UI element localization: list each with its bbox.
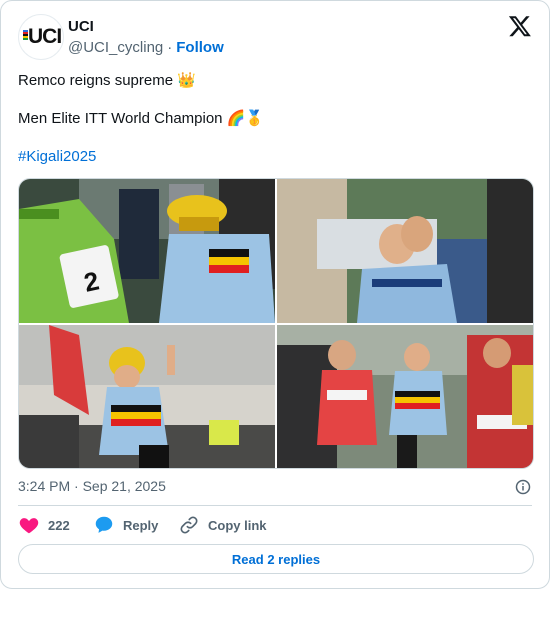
- heart-icon: [19, 518, 39, 534]
- copy-link-button[interactable]: Copy link: [178, 514, 267, 536]
- follow-button[interactable]: Follow: [176, 39, 224, 56]
- tweet-line: Men Elite ITT World Champion 🌈🥇: [18, 110, 265, 127]
- media-photo-4[interactable]: [277, 325, 533, 468]
- account-name[interactable]: UCI: [68, 18, 94, 35]
- copy-link-label: Copy link: [208, 517, 267, 533]
- photo-rider-crowd-icon: [277, 325, 533, 468]
- like-count: 222: [48, 517, 70, 533]
- media-photo-2[interactable]: [277, 179, 533, 323]
- tweet-line: Remco reigns supreme 👑: [18, 72, 196, 89]
- separator-dot: ·: [167, 39, 173, 56]
- avatar[interactable]: UCI: [18, 14, 64, 60]
- media-photo-3[interactable]: [19, 325, 275, 468]
- reply-button[interactable]: Reply: [93, 514, 158, 536]
- reply-bubble-icon: [95, 516, 113, 533]
- photo-embrace-icon: [277, 179, 533, 323]
- hashtag-link[interactable]: #Kigali2025: [18, 147, 96, 167]
- avatar-logo-text: UCI: [28, 25, 62, 48]
- x-logo-icon[interactable]: [508, 14, 532, 38]
- account-handle[interactable]: @UCI_cycling: [68, 39, 163, 56]
- photo-rider-celebrating-icon: [19, 325, 275, 468]
- divider: [18, 505, 532, 506]
- tweet-card: UCI UCI @UCI_cycling · Follow Remco reigns…: [0, 0, 550, 589]
- read-replies-button[interactable]: Read 2 replies: [18, 544, 534, 574]
- media-photo-1[interactable]: 2: [19, 179, 275, 323]
- info-icon[interactable]: [515, 479, 531, 495]
- handle-line: @UCI_cycling · Follow: [68, 39, 224, 56]
- reply-label: Reply: [123, 517, 159, 533]
- link-icon: [180, 516, 198, 534]
- tweet-header: UCI UCI @UCI_cycling · Follow: [18, 14, 532, 60]
- action-bar: 222 Reply Copy link: [18, 514, 534, 536]
- photo-rider-with-helmet-icon: 2: [19, 179, 275, 323]
- tweet-timestamp[interactable]: 3:24 PM · Sep 21, 2025: [18, 478, 166, 494]
- like-button[interactable]: 222: [18, 514, 70, 536]
- media-grid: 2: [18, 178, 534, 469]
